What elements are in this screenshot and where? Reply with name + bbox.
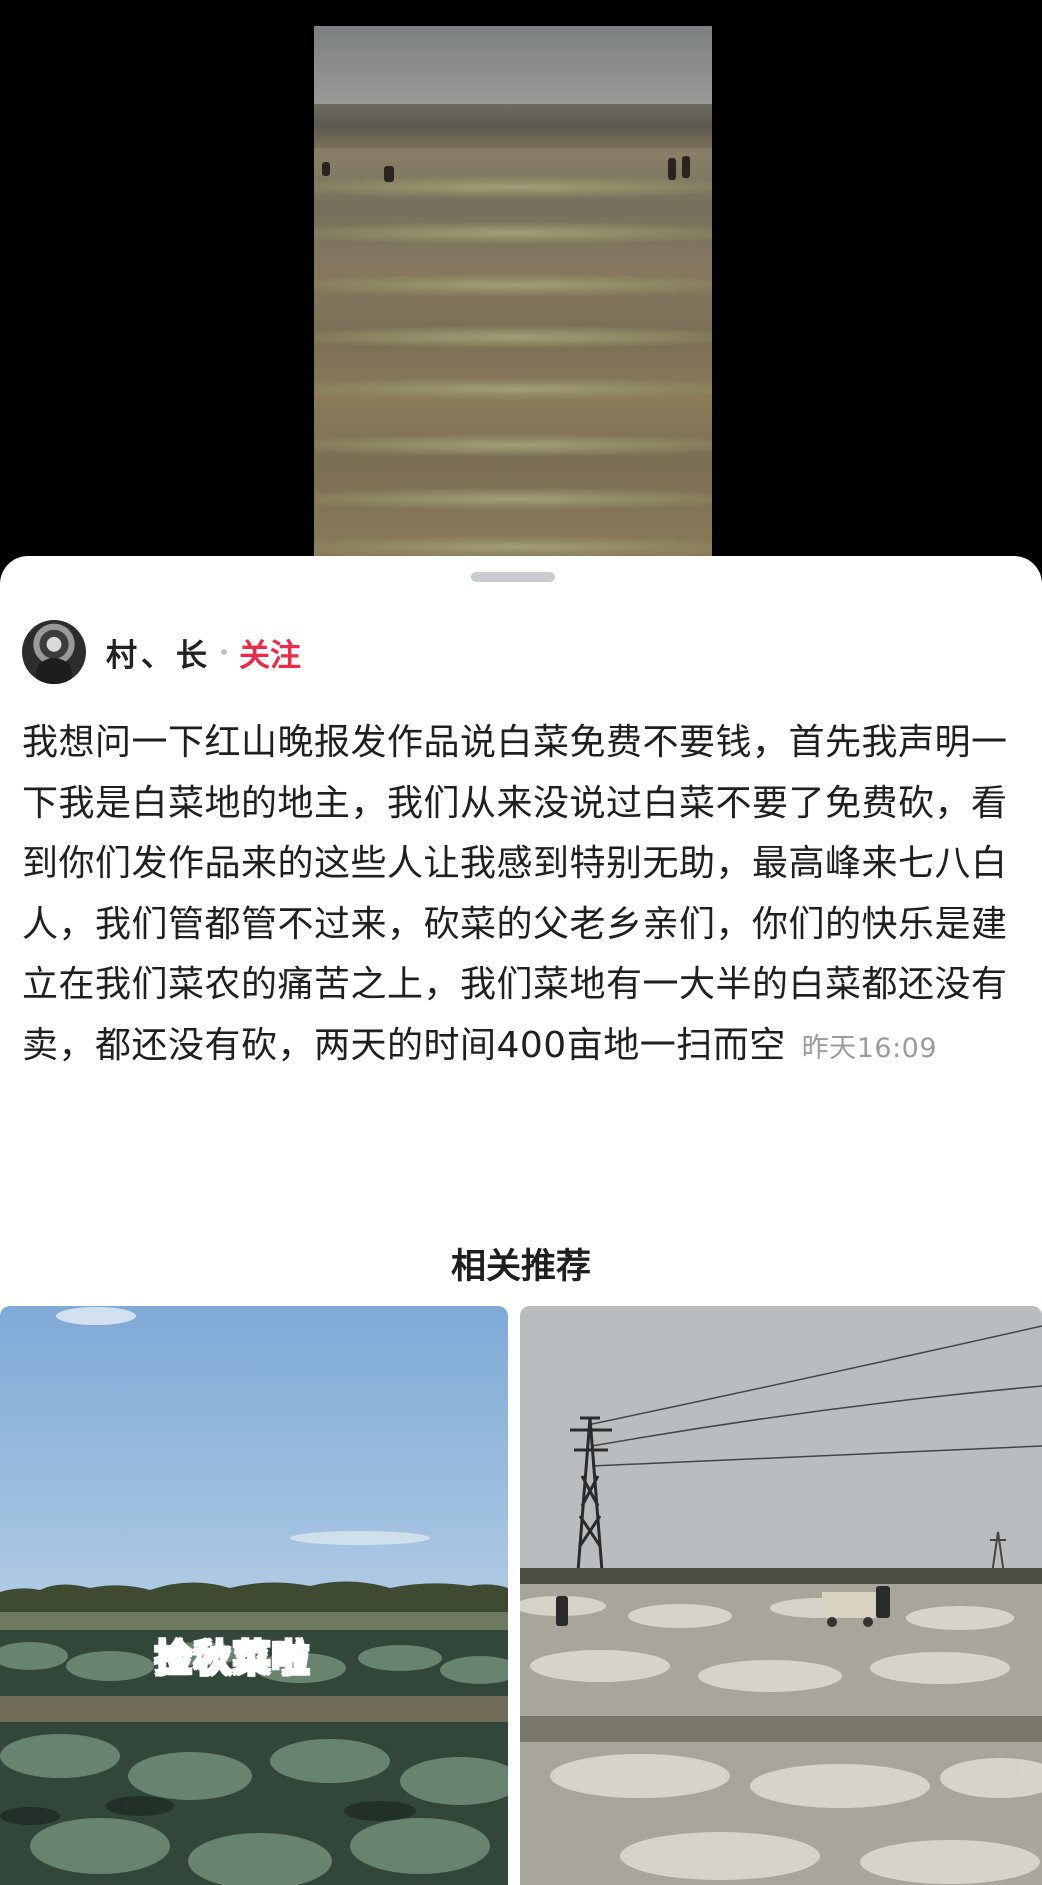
- video-person: [668, 158, 676, 180]
- cargo-cart: [822, 1592, 876, 1618]
- related-section-title: 相关推荐: [450, 1247, 591, 1287]
- video-person: [682, 156, 690, 178]
- post-content-text: 我想问一下红山晚报发作品说白菜免费不要钱，首先我声明一下我是白菜地的地主，我们从…: [22, 722, 1008, 1066]
- author-name[interactable]: 村、长: [106, 630, 211, 675]
- separator-dot: [221, 649, 227, 655]
- related-card[interactable]: [520, 1306, 1042, 1885]
- tree-line: [0, 1581, 508, 1616]
- video-cabbage-row: [314, 176, 712, 198]
- tree-line: [520, 1568, 1042, 1584]
- cart-wheel: [827, 1617, 837, 1627]
- video-person: [384, 166, 394, 182]
- video-frame[interactable]: [314, 26, 712, 560]
- post-content: 我想问一下红山晚报发作品说白菜免费不要钱，首先我声明一下我是白菜地的地主，我们从…: [22, 713, 1022, 1079]
- video-sky: [314, 26, 712, 114]
- farmer-figure: [556, 1596, 568, 1626]
- video-cabbage-row: [314, 488, 712, 510]
- related-card-scene: [0, 1307, 508, 1885]
- follow-button[interactable]: 关注: [239, 630, 301, 675]
- sheet-drag-handle[interactable]: [471, 572, 555, 582]
- cloud-shape: [56, 1307, 136, 1325]
- field-path: [520, 1716, 1042, 1742]
- cloud-shape: [290, 1531, 430, 1545]
- post-timestamp: 昨天16:09: [801, 1032, 938, 1064]
- related-card-scene: [520, 1306, 1042, 1885]
- cart-wheel: [863, 1617, 873, 1627]
- video-cabbage-row: [314, 274, 712, 296]
- video-cabbage-row: [314, 434, 712, 456]
- farmer-figure: [876, 1586, 890, 1618]
- video-person: [322, 162, 330, 176]
- author-row: 村、长 关注: [22, 619, 301, 685]
- related-card[interactable]: 捡秋菜啦: [0, 1306, 508, 1885]
- comment-sheet: 村、长 关注 我想问一下红山晚报发作品说白菜免费不要钱，首先我声明一下我是白菜地…: [0, 556, 1042, 1885]
- field-path: [0, 1696, 508, 1722]
- avatar[interactable]: [22, 620, 86, 684]
- video-cabbage-row: [314, 378, 712, 400]
- video-treeline: [314, 104, 712, 148]
- video-cabbage-row: [314, 222, 712, 244]
- video-player[interactable]: [0, 0, 1042, 560]
- video-cabbage-row: [314, 536, 712, 558]
- card-overlay-caption: 捡秋菜啦: [154, 1636, 311, 1681]
- video-cabbage-row: [314, 326, 712, 348]
